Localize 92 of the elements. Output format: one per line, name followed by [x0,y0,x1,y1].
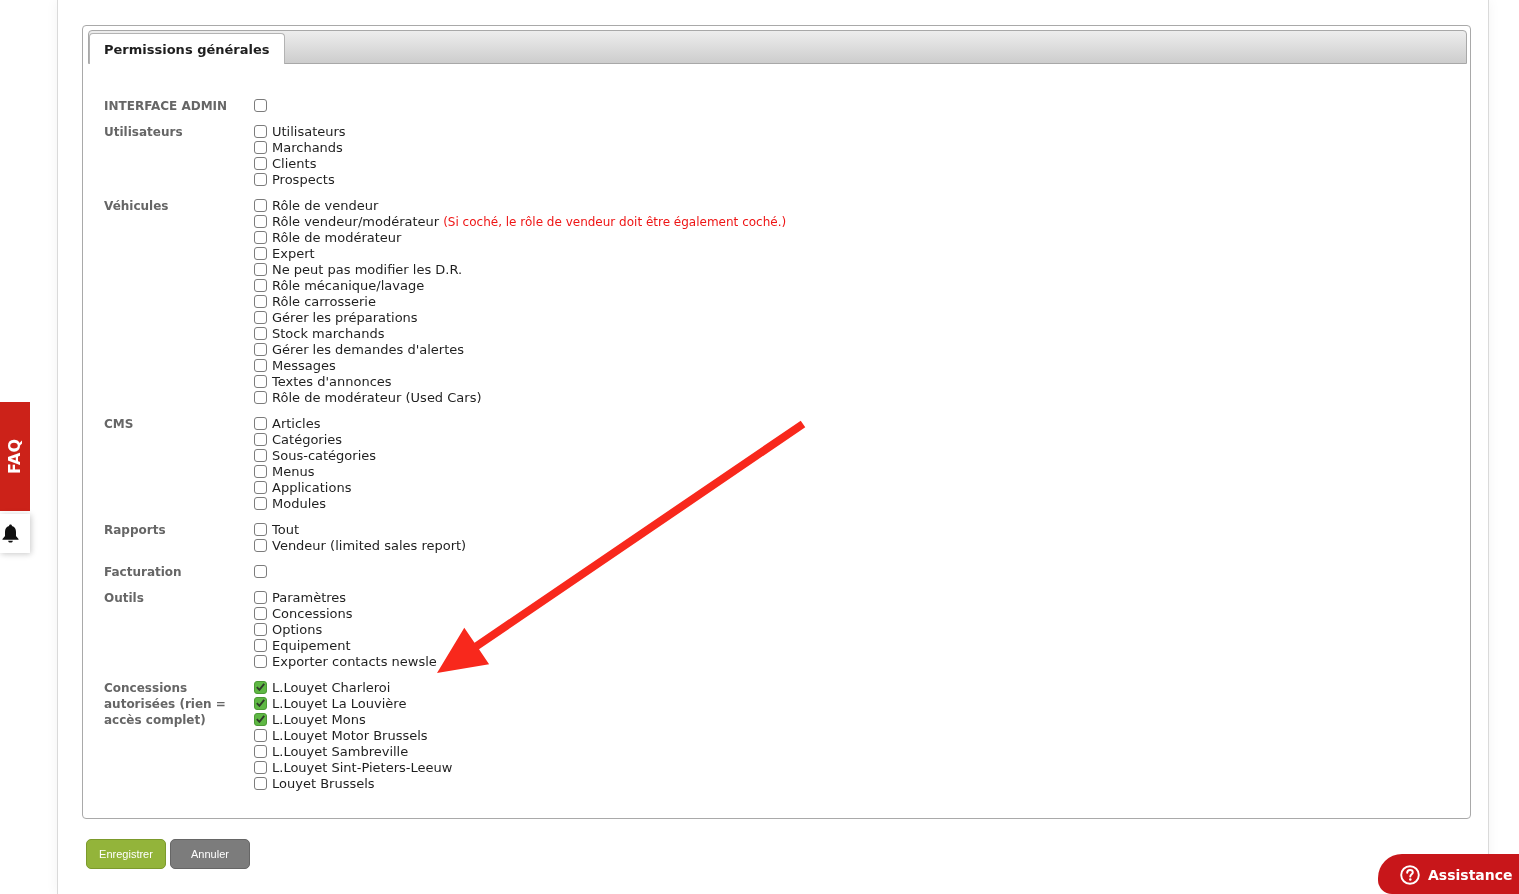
checkbox[interactable] [254,464,267,478]
checkbox-label[interactable]: Utilisateurs [272,124,346,140]
faq-tab[interactable]: FAQ [0,402,30,511]
checkbox-label[interactable]: Rôle carrosserie [272,294,376,310]
checkbox[interactable] [254,374,267,388]
checkbox-label[interactable]: Marchands [272,140,343,156]
checkbox-label[interactable]: Stock marchands [272,326,385,342]
checkbox[interactable] [254,124,267,138]
help-icon [1400,865,1420,885]
checkbox[interactable] [254,654,267,668]
checkbox[interactable] [254,712,267,726]
checkbox-label[interactable]: Tout [272,522,300,538]
checkbox-label[interactable]: Gérer les demandes d'alertes [272,342,464,358]
checkbox[interactable] [254,622,267,636]
group-label: Véhicules [104,198,170,215]
checkbox[interactable] [254,480,267,494]
checkbox-label[interactable]: L.Louyet Charleroi [272,680,391,696]
checkbox[interactable] [254,696,267,710]
cancel-button[interactable]: Annuler [170,839,250,869]
checkbox[interactable] [254,522,267,536]
checkbox[interactable] [254,294,267,308]
checkbox-label[interactable]: Textes d'annonces [272,374,392,390]
checkbox[interactable] [254,230,267,244]
checkbox[interactable] [254,156,267,170]
checkbox[interactable] [254,310,267,324]
checkbox-label[interactable]: Rôle de modérateur (Used Cars) [272,390,482,406]
checkbox-label[interactable]: Menus [272,464,315,480]
checkbox-label[interactable]: L.Louyet Motor Brussels [272,728,428,744]
checkbox[interactable] [254,538,267,552]
checkbox[interactable] [254,390,267,404]
checkbox[interactable] [254,278,267,292]
checkbox-label[interactable]: Rôle vendeur/modérateur [272,214,440,230]
checkbox[interactable] [254,680,267,694]
checkbox-label[interactable]: Modules [272,496,327,512]
checkbox-label[interactable]: Equipement [272,638,351,654]
checkbox[interactable] [254,744,267,758]
checkbox[interactable] [254,246,267,260]
checkbox[interactable] [254,416,267,430]
tab[interactable]: Permissions générales [89,33,285,64]
checkbox-label[interactable]: Rôle de modérateur [272,230,402,246]
checkbox[interactable] [254,172,267,186]
checkbox-label[interactable]: Expert [272,246,315,262]
warning-note: (Si coché, le rôle de vendeur doit être également coché.) [443,214,787,230]
checkbox-label[interactable]: Exporter contacts newsle [272,654,437,670]
checkbox-label[interactable]: Clients [272,156,317,172]
checkbox-label[interactable]: Rôle de vendeur [272,198,379,214]
checkbox[interactable] [254,262,267,276]
checkbox-label[interactable]: Options [272,622,323,638]
group-label: Concessions autorisées (rien = accès complet) [104,680,227,729]
checkbox-label[interactable]: L.Louyet Sambreville [272,744,409,760]
checkbox[interactable] [254,140,267,154]
notifications-tab[interactable] [0,514,30,553]
checkbox-label[interactable]: Rôle mécanique/lavage [272,278,425,294]
checkbox-label[interactable]: Concessions [272,606,353,622]
checkbox-label[interactable]: L.Louyet Mons [272,712,366,728]
checkbox[interactable] [254,760,267,774]
checkbox[interactable] [254,448,267,462]
checkbox[interactable] [254,776,267,790]
checkbox-label[interactable]: L.Louyet La Louvière [272,696,407,712]
checkbox-label[interactable]: Vendeur (limited sales report) [272,538,467,554]
group-label: Rapports [104,522,167,539]
checkbox-label[interactable]: Gérer les préparations [272,310,418,326]
checkbox-label[interactable]: Catégories [272,432,343,448]
checkbox-label[interactable]: Applications [272,480,352,496]
group-label: Utilisateurs [104,124,184,141]
checkbox-label[interactable]: L.Louyet Sint-Pieters-Leeuw [272,760,453,776]
checkbox[interactable] [254,214,267,228]
checkbox-label[interactable]: Messages [272,358,336,374]
checkbox[interactable] [254,98,267,112]
checkbox[interactable] [254,496,267,510]
checkbox[interactable] [254,728,267,742]
checkbox[interactable] [254,606,267,620]
checkbox[interactable] [254,590,267,604]
group-label: CMS [104,416,135,433]
checkbox[interactable] [254,432,267,446]
bell-icon [2,524,19,543]
group-label: Facturation [104,564,183,580]
checkbox[interactable] [254,342,267,356]
checkbox-label[interactable]: Paramètres [272,590,347,606]
checkbox[interactable] [254,326,267,340]
checkbox[interactable] [254,198,267,212]
group-label: Outils [104,590,145,607]
checkbox-label[interactable]: Ne peut pas modifier les D.R. [272,262,463,278]
checkbox[interactable] [254,358,267,372]
checkbox-label[interactable]: Sous-catégories [272,448,377,464]
assistance-button[interactable]: Assistance [1378,854,1519,894]
checkbox-label[interactable]: Prospects [272,172,335,188]
checkbox-label[interactable]: Articles [272,416,321,432]
checkbox[interactable] [254,638,267,652]
group-label: INTERFACE ADMIN [104,98,229,114]
checkbox[interactable] [254,564,267,578]
checkbox-label[interactable]: Louyet Brussels [272,776,375,792]
